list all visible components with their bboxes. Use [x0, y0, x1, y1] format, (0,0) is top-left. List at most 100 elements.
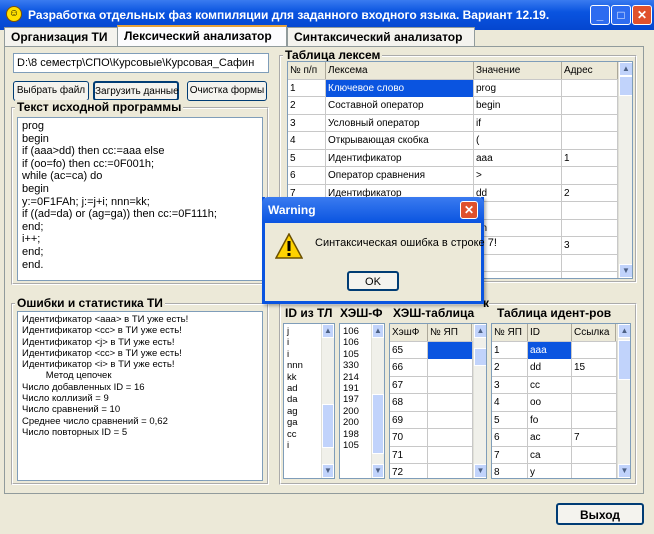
idtable-row[interactable]: 3 cc	[492, 376, 617, 394]
idtable-cell[interactable]: ac	[528, 429, 572, 446]
idtable-cell[interactable]	[572, 446, 617, 464]
lexeme-cell[interactable]: 3	[288, 114, 326, 132]
lexeme-cell[interactable]: >	[474, 167, 562, 184]
lexeme-col-lexeme[interactable]: Лексема	[326, 62, 474, 79]
lexeme-row[interactable]: 1 Ключевое слово prog	[288, 79, 618, 97]
minimize-button[interactable]: _	[590, 5, 610, 25]
hash-cell[interactable]: 71	[390, 446, 428, 464]
hash-cell[interactable]: 68	[390, 394, 428, 411]
hash-row[interactable]: 69	[390, 411, 473, 429]
file-path-field[interactable]: D:\8 семестр\СПО\Курсовые\Курсовая_Сафин	[13, 53, 269, 73]
hash-cell[interactable]	[428, 376, 473, 394]
scroll-up-icon[interactable]: ▲	[322, 324, 334, 338]
lexeme-cell[interactable]	[562, 79, 618, 97]
hash-cell[interactable]: 67	[390, 376, 428, 394]
lexeme-row[interactable]: 5 Идентификатор aaa 1	[288, 149, 618, 167]
lexeme-cell[interactable]	[562, 254, 618, 272]
hash-row[interactable]: 68	[390, 394, 473, 412]
hash-cell[interactable]: 69	[390, 411, 428, 429]
lexeme-cell[interactable]: Условный оператор	[326, 114, 474, 132]
hash-cell[interactable]	[428, 359, 473, 376]
lexeme-cell[interactable]: =	[474, 272, 562, 278]
hash-cell[interactable]	[428, 394, 473, 411]
close-button[interactable]: ✕	[632, 5, 652, 25]
lexeme-cell[interactable]: 2	[562, 184, 618, 202]
lexeme-cell[interactable]	[474, 202, 562, 219]
lexeme-cell[interactable]: 3	[562, 237, 618, 254]
hash-cell[interactable]: 70	[390, 429, 428, 446]
exit-button[interactable]: Выход	[556, 503, 644, 525]
idtable-cell[interactable]: aaa	[528, 341, 572, 359]
identifier-table[interactable]: № ЯП ID Ссылка 1 aaa 2 dd 15 3 cc 4 oo 5 fo 6 ac 7 7 ca…	[491, 323, 631, 479]
lexeme-cell[interactable]: aaa	[474, 149, 562, 167]
idtable-cell[interactable]: 7	[572, 429, 617, 446]
idlist-scrollbar[interactable]: ▲ ▼	[321, 324, 334, 478]
scroll-thumb[interactable]	[474, 348, 486, 366]
lexeme-col-value[interactable]: Значение	[474, 62, 562, 79]
idtable-cell[interactable]	[572, 394, 617, 411]
dialog-close-button[interactable]: ✕	[460, 201, 478, 219]
lexeme-cell[interactable]: 5	[288, 149, 326, 167]
hash-row[interactable]: 66	[390, 359, 473, 377]
hash-cell[interactable]: 72	[390, 464, 428, 478]
hash-row[interactable]: 65	[390, 341, 473, 359]
idtable-col-link[interactable]: Ссылка	[572, 324, 616, 341]
scroll-thumb[interactable]	[372, 394, 384, 454]
scroll-down-icon[interactable]: ▼	[372, 464, 384, 478]
idtable-row[interactable]: 1 aaa	[492, 341, 617, 359]
lexeme-row[interactable]: 3 Условный оператор if	[288, 114, 618, 132]
lexeme-cell[interactable]	[562, 219, 618, 237]
scroll-down-icon[interactable]: ▼	[322, 464, 334, 478]
lexeme-cell[interactable]: prog	[474, 79, 562, 97]
hash-cell[interactable]	[428, 411, 473, 429]
scroll-up-icon[interactable]: ▲	[618, 324, 630, 338]
hash-row[interactable]: 67	[390, 376, 473, 394]
lexeme-cell[interactable]	[562, 132, 618, 149]
idtable-col-id[interactable]: ID	[528, 324, 572, 341]
scroll-thumb[interactable]	[322, 404, 334, 448]
source-textarea[interactable]: prog begin if (aaa>dd) then cc:=aaa else…	[17, 117, 263, 281]
scroll-down-icon[interactable]: ▼	[619, 264, 632, 278]
hash-table[interactable]: ХэшФ № ЯП 65 66 67 68 69 70 71 72 ▲ ▼	[389, 323, 487, 479]
hash-cell[interactable]	[428, 464, 473, 478]
idtable-cell[interactable]: 4	[492, 394, 528, 411]
idtable-row[interactable]: 5 fo	[492, 411, 617, 429]
idtable-cell[interactable]: y	[528, 464, 572, 478]
lexeme-row[interactable]: 2 Составной оператор begin	[288, 97, 618, 115]
lexeme-cell[interactable]: Открывающая скобка	[326, 132, 474, 149]
hash-col-yp[interactable]: № ЯП	[428, 324, 472, 341]
idtable-cell[interactable]: 1	[492, 341, 528, 359]
scroll-down-icon[interactable]: ▼	[474, 464, 486, 478]
idtable-row[interactable]: 8y	[492, 464, 617, 478]
tab-lexical[interactable]: Лексический анализатор	[117, 25, 287, 48]
hash-row[interactable]: 71	[390, 446, 473, 464]
idtable-cell[interactable]: fo	[528, 411, 572, 429]
lexeme-col-address[interactable]: Адрес	[562, 62, 618, 79]
hash-col-hashf[interactable]: ХэшФ	[390, 324, 428, 341]
idtable-row[interactable]: 7 ca	[492, 446, 617, 464]
idtable-cell[interactable]: 6	[492, 429, 528, 446]
hash-cell[interactable]: 65	[390, 341, 428, 359]
hash-scrollbar[interactable]: ▲ ▼	[473, 324, 486, 478]
lexeme-cell[interactable]: Идентификатор	[326, 149, 474, 167]
stats-textarea[interactable]: Идентификатор <aaa> в ТИ уже есть! Идент…	[17, 311, 263, 481]
lexeme-cell[interactable]: 1	[288, 79, 326, 97]
idtable-cell[interactable]	[572, 341, 617, 359]
lexeme-cell[interactable]: en	[474, 219, 562, 237]
lexeme-cell[interactable]	[474, 254, 562, 272]
scroll-down-icon[interactable]: ▼	[618, 464, 630, 478]
scroll-up-icon[interactable]: ▲	[372, 324, 384, 338]
idtable-row[interactable]: 2 dd 15	[492, 359, 617, 377]
lexeme-cell[interactable]	[562, 272, 618, 278]
idtable-cell[interactable]: 15	[572, 359, 617, 376]
lexeme-cell[interactable]: 6	[288, 167, 326, 184]
idtable-cell[interactable]: ca	[528, 446, 572, 464]
hash-row[interactable]: 70	[390, 429, 473, 447]
scroll-thumb[interactable]	[619, 76, 632, 96]
lexeme-cell[interactable]	[562, 114, 618, 132]
lexeme-cell[interactable]: Оператор сравнения	[326, 167, 474, 184]
idtable-cell[interactable]: 2	[492, 359, 528, 376]
maximize-button[interactable]: □	[611, 5, 631, 25]
hashf-scrollbar[interactable]: ▲ ▼	[371, 324, 384, 478]
scroll-up-icon[interactable]: ▲	[619, 62, 632, 76]
